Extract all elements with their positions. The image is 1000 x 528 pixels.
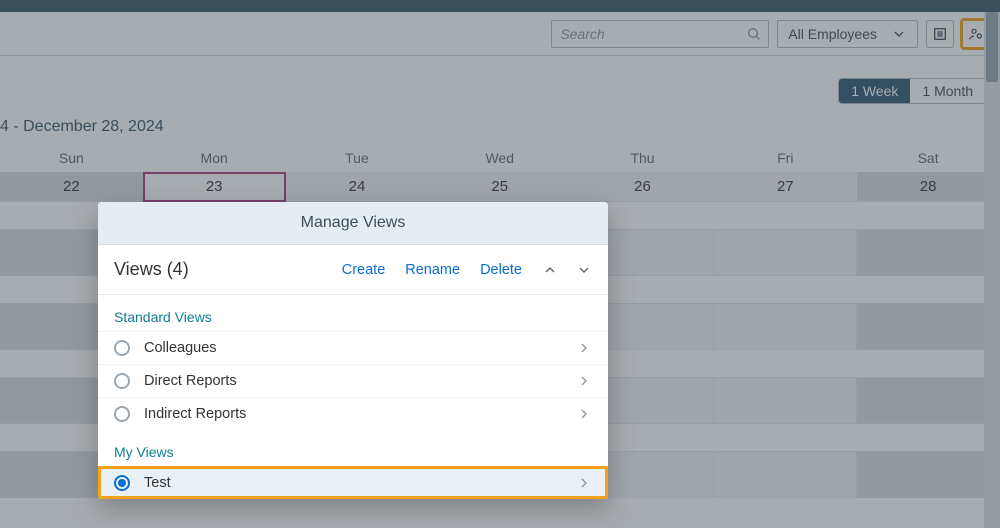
dialog-toolbar: Views (4) Create Rename Delete: [98, 245, 608, 295]
section-my-views: My Views: [98, 430, 608, 466]
radio-icon[interactable]: [114, 373, 130, 389]
radio-icon[interactable]: [114, 340, 130, 356]
dialog-title: Manage Views: [98, 202, 608, 245]
section-standard-views: Standard Views: [98, 295, 608, 331]
chevron-right-icon: [576, 340, 592, 356]
chevron-right-icon: [576, 373, 592, 389]
rename-button[interactable]: Rename: [405, 262, 460, 278]
view-label: Colleagues: [144, 340, 562, 356]
chevron-right-icon: [576, 475, 592, 491]
view-label: Indirect Reports: [144, 406, 562, 422]
manage-views-dialog: Manage Views Views (4) Create Rename Del…: [98, 202, 608, 499]
radio-icon[interactable]: [114, 475, 130, 491]
view-label: Direct Reports: [144, 373, 562, 389]
view-label: Test: [144, 475, 562, 491]
view-row-colleagues[interactable]: Colleagues: [98, 331, 608, 364]
delete-button[interactable]: Delete: [480, 262, 522, 278]
view-row-test[interactable]: Test: [98, 466, 608, 499]
dialog-actions: Create Rename Delete: [342, 262, 592, 278]
chevron-up-icon[interactable]: [542, 262, 558, 278]
view-row-direct-reports[interactable]: Direct Reports: [98, 364, 608, 397]
radio-icon[interactable]: [114, 406, 130, 422]
chevron-down-icon[interactable]: [576, 262, 592, 278]
view-row-indirect-reports[interactable]: Indirect Reports: [98, 397, 608, 430]
create-button[interactable]: Create: [342, 262, 386, 278]
views-count: Views (4): [114, 259, 342, 280]
chevron-right-icon: [576, 406, 592, 422]
